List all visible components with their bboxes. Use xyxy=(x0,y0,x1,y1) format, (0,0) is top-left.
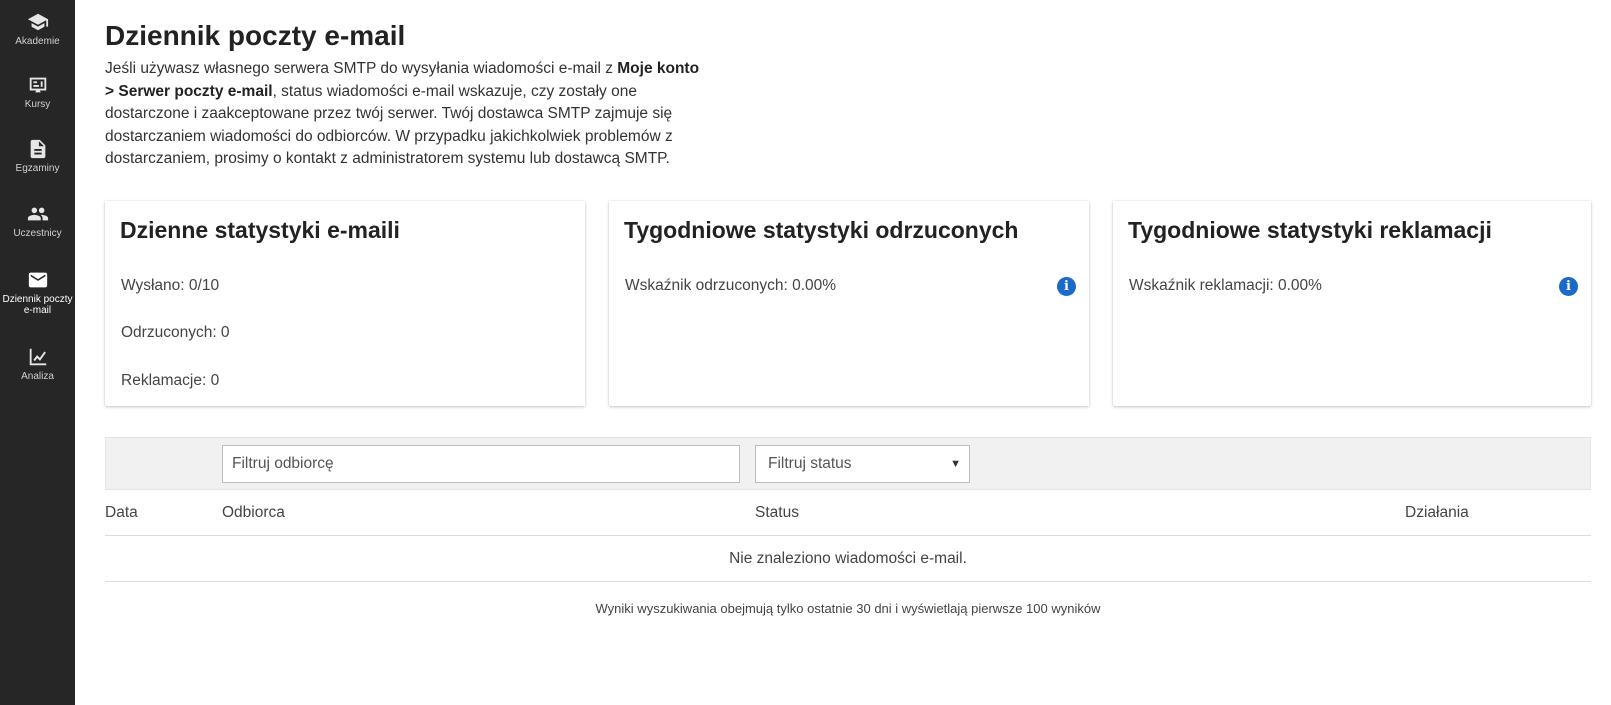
sidebar-item-kursy[interactable]: Kursy xyxy=(0,74,75,134)
sidebar-item-analiza[interactable]: Analiza xyxy=(0,346,75,406)
weekly-complaints-title: Tygodniowe statystyki reklamacji xyxy=(1128,217,1492,243)
chart-icon xyxy=(27,346,49,368)
people-icon xyxy=(27,203,49,225)
weekly-rejected-title: Tygodniowe statystyki odrzuconych xyxy=(624,217,1019,243)
status-filter-select[interactable]: Filtruj status ▼ xyxy=(755,445,970,483)
graduation-cap-icon xyxy=(27,11,49,33)
table-header: Data Odbiorca Status Działania xyxy=(105,490,1591,536)
column-header-date[interactable]: Data xyxy=(105,504,138,522)
page-title: Dziennik poczty e-mail xyxy=(105,20,406,51)
sidebar-item-egzaminy[interactable]: Egzaminy xyxy=(0,138,75,198)
sidebar-item-email-log[interactable]: Dziennik poczty e-mail xyxy=(0,269,75,329)
sidebar-item-uczestnicy[interactable]: Uczestnicy xyxy=(0,203,75,263)
status-filter-value: Filtruj status xyxy=(768,455,852,472)
daily-stats-card: Dzienne statystyki e-maili Wysłano: 0/10… xyxy=(105,201,585,406)
info-icon[interactable]: i xyxy=(1559,277,1578,296)
intro-text-part1: Jeśli używasz własnego serwera SMTP do w… xyxy=(105,60,618,77)
daily-sent-stat: Wysłano: 0/10 xyxy=(121,277,220,294)
daily-complaints-stat: Reklamacje: 0 xyxy=(121,372,220,389)
sidebar-item-label: Uczestnicy xyxy=(13,228,62,239)
recipient-filter-input[interactable] xyxy=(222,445,740,483)
sidebar: Akademie Kursy Egzaminy Uczestnicy Dzien… xyxy=(0,0,75,705)
weekly-complaints-rate: Wskaźnik reklamacji: 0.00% xyxy=(1129,277,1322,294)
sidebar-item-label: Akademie xyxy=(15,36,60,47)
document-icon xyxy=(27,138,49,160)
sidebar-item-akademie[interactable]: Akademie xyxy=(0,11,75,71)
sidebar-item-label: Kursy xyxy=(24,99,51,110)
sidebar-item-label: Egzaminy xyxy=(15,163,60,174)
weekly-rejected-card: Tygodniowe statystyki odrzuconych Wskaźn… xyxy=(609,201,1089,406)
daily-stats-title: Dzienne statystyki e-maili xyxy=(120,217,400,243)
courses-icon xyxy=(27,74,49,96)
column-header-actions: Działania xyxy=(1405,504,1469,521)
daily-rejected-stat: Odrzuconych: 0 xyxy=(121,324,230,341)
chevron-down-icon: ▼ xyxy=(950,458,961,470)
column-header-recipient[interactable]: Odbiorca xyxy=(222,504,285,522)
envelope-icon xyxy=(27,269,49,291)
filter-bar: Filtruj status ▼ xyxy=(105,437,1591,490)
info-icon[interactable]: i xyxy=(1057,277,1076,296)
table-empty-row: Nie znaleziono wiadomości e-mail. xyxy=(105,536,1591,582)
weekly-rejected-rate: Wskaźnik odrzuconych: 0.00% xyxy=(625,277,837,294)
intro-text: Jeśli używasz własnego serwera SMTP do w… xyxy=(105,58,705,171)
weekly-complaints-card: Tygodniowe statystyki reklamacji Wskaźni… xyxy=(1113,201,1591,406)
sidebar-item-label: Analiza xyxy=(21,371,54,382)
empty-message: Nie znaleziono wiadomości e-mail. xyxy=(729,550,967,567)
sidebar-item-label: Dziennik poczty e-mail xyxy=(2,294,73,316)
column-header-status[interactable]: Status xyxy=(755,504,799,522)
results-note: Wyniki wyszukiwania obejmują tylko ostat… xyxy=(595,601,1101,616)
